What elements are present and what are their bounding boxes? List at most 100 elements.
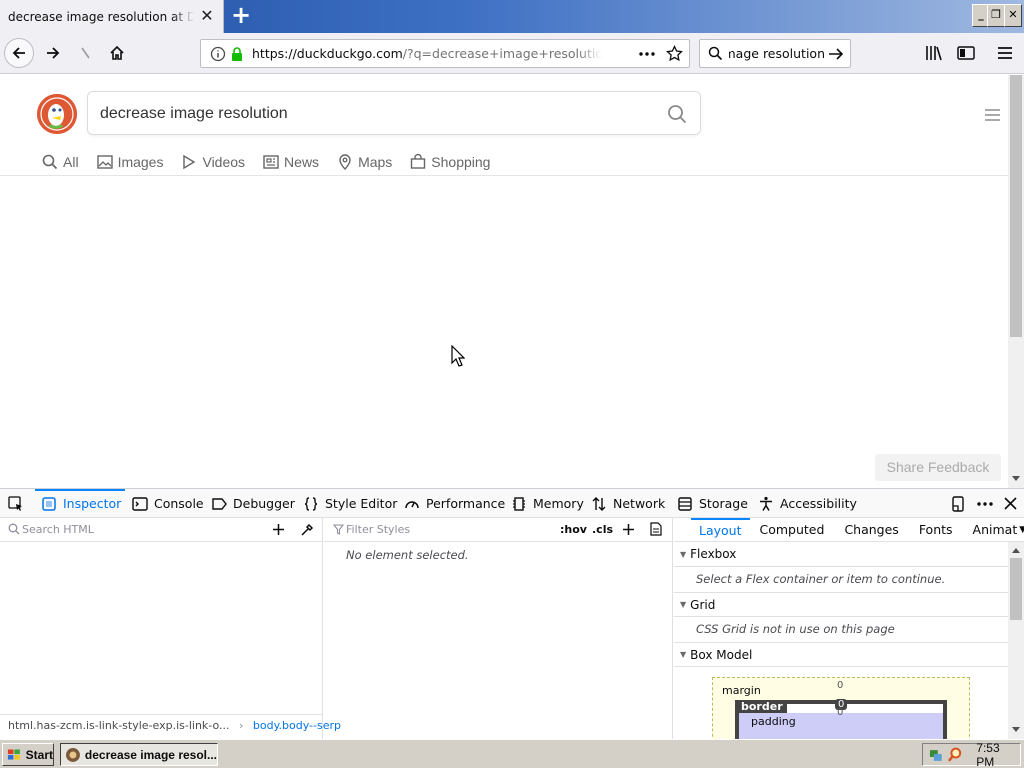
add-node-icon[interactable]	[272, 523, 285, 536]
devtools-tab-accessibility[interactable]: Accessibility	[758, 489, 857, 518]
restore-button[interactable]: ❐	[987, 4, 1005, 27]
ddg-tab-label: Maps	[358, 154, 393, 170]
ddg-tab-all[interactable]: All	[42, 150, 79, 174]
margin-top-value[interactable]: 0	[837, 680, 843, 691]
tab-title: decrease image resolution at DuckDuckGo	[8, 9, 194, 24]
url-bar[interactable]: https://duckduckgo.com/?q=decrease+image…	[200, 39, 690, 68]
ddg-menu-icon[interactable]	[985, 109, 1000, 124]
forward-button[interactable]	[38, 38, 68, 68]
home-button[interactable]	[102, 38, 132, 68]
network-tray-icon[interactable]	[928, 747, 944, 763]
sidebar-tab-changes[interactable]: Changes	[834, 522, 908, 537]
scroll-up-arrow-icon[interactable]	[1011, 546, 1021, 554]
expand-triangle-icon: ▼	[680, 549, 687, 559]
ddg-tab-news[interactable]: News	[263, 150, 319, 174]
ddg-tab-images[interactable]: Images	[96, 150, 164, 174]
share-feedback-button[interactable]: Share Feedback	[875, 454, 1001, 481]
ddg-tab-maps[interactable]: Maps	[337, 150, 392, 174]
search-tray-icon[interactable]	[947, 747, 963, 763]
start-button[interactable]: Start	[2, 743, 54, 766]
info-icon[interactable]	[210, 46, 226, 62]
ddg-search-box[interactable]: decrease image resolution	[87, 91, 701, 135]
scrollbar-thumb[interactable]	[1010, 75, 1022, 337]
sidebar-tab-layout[interactable]: Layout	[691, 517, 750, 542]
shopping-bag-icon	[411, 154, 426, 169]
devtools-tab-debugger[interactable]: Debugger	[211, 489, 295, 518]
scroll-down-arrow-icon[interactable]	[1011, 475, 1021, 483]
ddg-search-input[interactable]: decrease image resolution	[100, 105, 288, 123]
newspaper-icon	[263, 155, 279, 169]
element-picker-icon[interactable]	[8, 496, 24, 512]
devtools-tab-memory[interactable]: Memory	[511, 489, 584, 518]
sidebar-scrollbar[interactable]	[1008, 542, 1024, 740]
devtools-tab-label: Performance	[426, 496, 506, 511]
no-element-message: No element selected.	[346, 548, 469, 562]
devtools-tab-network[interactable]: Network	[591, 489, 665, 518]
grid-section-header[interactable]: ▼ Grid	[674, 592, 1008, 617]
padding-top-value[interactable]: 0	[837, 707, 843, 718]
scroll-down-arrow-icon[interactable]	[1011, 726, 1021, 734]
chevron-down-icon[interactable]: ▼	[1019, 525, 1024, 535]
devtools-tab-performance[interactable]: Performance	[404, 489, 505, 518]
dock-side-icon[interactable]	[950, 496, 966, 512]
grid-title: Grid	[690, 597, 716, 612]
sidebar-tab-fonts[interactable]: Fonts	[909, 522, 963, 537]
taskbar-item-browser[interactable]: decrease image resol...	[60, 743, 218, 766]
devtools-tab-style-editor[interactable]: Style Editor	[303, 489, 397, 518]
search-bar[interactable]: image resolution	[699, 39, 851, 68]
box-model-title: Box Model	[690, 647, 753, 662]
more-options-icon[interactable]	[976, 496, 994, 512]
gauge-icon	[405, 500, 419, 508]
go-arrow-icon[interactable]	[828, 47, 844, 61]
reload-button[interactable]	[70, 38, 100, 68]
lock-icon[interactable]	[230, 46, 244, 62]
filter-styles-bar: Filter Styles :hov .cls	[324, 518, 672, 542]
start-label: Start	[25, 747, 53, 762]
devtools-tab-console[interactable]: Console	[132, 489, 204, 518]
scrollbar-thumb[interactable]	[1010, 558, 1022, 620]
flexbox-section-header[interactable]: ▼ Flexbox	[674, 542, 1008, 567]
ddg-tab-shopping[interactable]: Shopping	[410, 150, 490, 174]
devtools-panel: Inspector Console Debugger Style Editor …	[0, 488, 1024, 740]
devtools-tab-inspector[interactable]: Inspector	[34, 489, 126, 518]
duckduckgo-logo[interactable]	[37, 94, 77, 134]
back-button[interactable]	[4, 38, 34, 68]
page-actions-icon[interactable]	[638, 47, 656, 61]
ddg-tab-label: Images	[117, 154, 164, 170]
search-icon	[708, 46, 723, 61]
taskbar-clock: 7:53 PM	[976, 740, 1000, 769]
tab-close-icon[interactable]: ✕	[199, 8, 215, 24]
filter-icon	[333, 524, 344, 535]
hov-toggle[interactable]: :hov	[560, 523, 587, 536]
devtools-tab-storage[interactable]: Storage	[677, 489, 748, 518]
close-window-button[interactable]: ✕	[1004, 4, 1022, 27]
sidebar-icon[interactable]	[957, 45, 975, 61]
ddg-tab-videos[interactable]: Videos	[181, 150, 245, 174]
close-devtools-icon[interactable]	[1004, 497, 1017, 510]
new-tab-button[interactable]: +	[229, 3, 253, 28]
play-icon	[183, 154, 196, 170]
sidebar-tabs: Layout Computed Changes Fonts Animat ▼	[674, 517, 1024, 542]
url-text[interactable]: https://duckduckgo.com/?q=decrease+image…	[252, 46, 602, 61]
eyedropper-icon[interactable]	[300, 523, 314, 537]
braces-icon	[304, 496, 318, 511]
storage-icon	[678, 496, 692, 511]
url-path: /?q=decrease+image+resolution&t=h_	[402, 46, 602, 61]
cls-toggle[interactable]: .cls	[592, 523, 613, 536]
breadcrumb-html[interactable]: html.has-zcm.is-link-style-exp.is-link-o…	[8, 719, 230, 732]
print-media-icon[interactable]	[650, 522, 662, 536]
search-html-input[interactable]: Search HTML	[22, 523, 94, 536]
page-scrollbar[interactable]	[1008, 75, 1024, 488]
bookmark-star-icon[interactable]	[666, 45, 683, 62]
menu-hamburger-icon[interactable]	[997, 45, 1013, 61]
magnifier-icon[interactable]	[667, 104, 687, 124]
add-rule-icon[interactable]	[622, 523, 635, 536]
sidebar-tab-animations[interactable]: Animat	[963, 522, 1020, 537]
library-icon[interactable]	[925, 45, 943, 61]
box-model-section-header[interactable]: ▼ Box Model	[674, 642, 1008, 667]
image-icon	[96, 155, 113, 169]
rules-panel: Filter Styles :hov .cls No element selec…	[324, 518, 673, 740]
browser-tab-active[interactable]: decrease image resolution at DuckDuckGo …	[0, 0, 224, 33]
sidebar-tab-computed[interactable]: Computed	[750, 522, 835, 537]
filter-styles-input[interactable]: Filter Styles	[346, 523, 410, 536]
